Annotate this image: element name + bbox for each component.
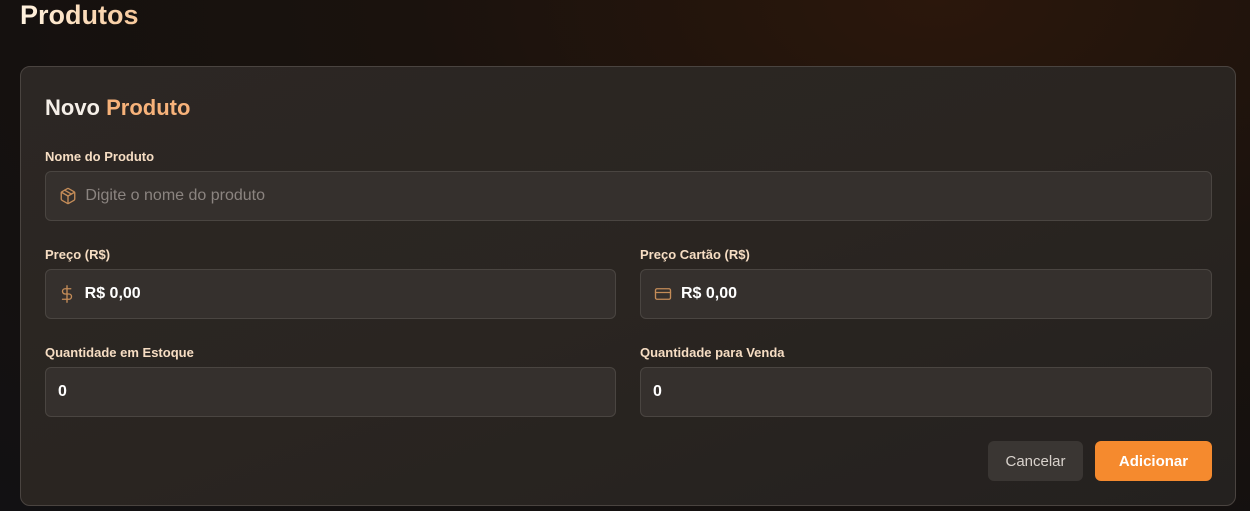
- dollar-icon: [58, 284, 77, 304]
- sale-quantity-input[interactable]: [641, 368, 1211, 416]
- card-title: Novo Produto: [45, 95, 190, 121]
- price-label: Preço (R$): [45, 247, 111, 262]
- sale-quantity-field[interactable]: [640, 367, 1212, 417]
- cancel-button[interactable]: Cancelar: [988, 441, 1083, 481]
- add-button[interactable]: Adicionar: [1095, 441, 1212, 481]
- price-input[interactable]: [84, 270, 615, 318]
- stock-quantity-field[interactable]: [45, 367, 616, 417]
- package-icon: [58, 186, 77, 206]
- sale-quantity-label: Quantidade para Venda: [640, 345, 785, 360]
- card-price-label: Preço Cartão (R$): [640, 247, 750, 262]
- product-name-label: Nome do Produto: [45, 149, 155, 164]
- stock-quantity-label: Quantidade em Estoque: [45, 345, 194, 360]
- product-name-input[interactable]: [85, 172, 1211, 220]
- credit-card-icon: [653, 284, 673, 304]
- page-title: Produtos: [20, 0, 139, 30]
- card-price-input[interactable]: [681, 270, 1211, 318]
- new-product-card: Novo Produto Nome do Produto Preço (R$) …: [20, 66, 1236, 506]
- card-title-word-1: Novo: [45, 95, 100, 120]
- price-field[interactable]: [45, 269, 616, 319]
- card-title-word-2: Produto: [106, 95, 191, 120]
- stock-quantity-input[interactable]: [46, 368, 615, 416]
- product-name-field[interactable]: [45, 171, 1212, 221]
- card-price-field[interactable]: [640, 269, 1212, 319]
